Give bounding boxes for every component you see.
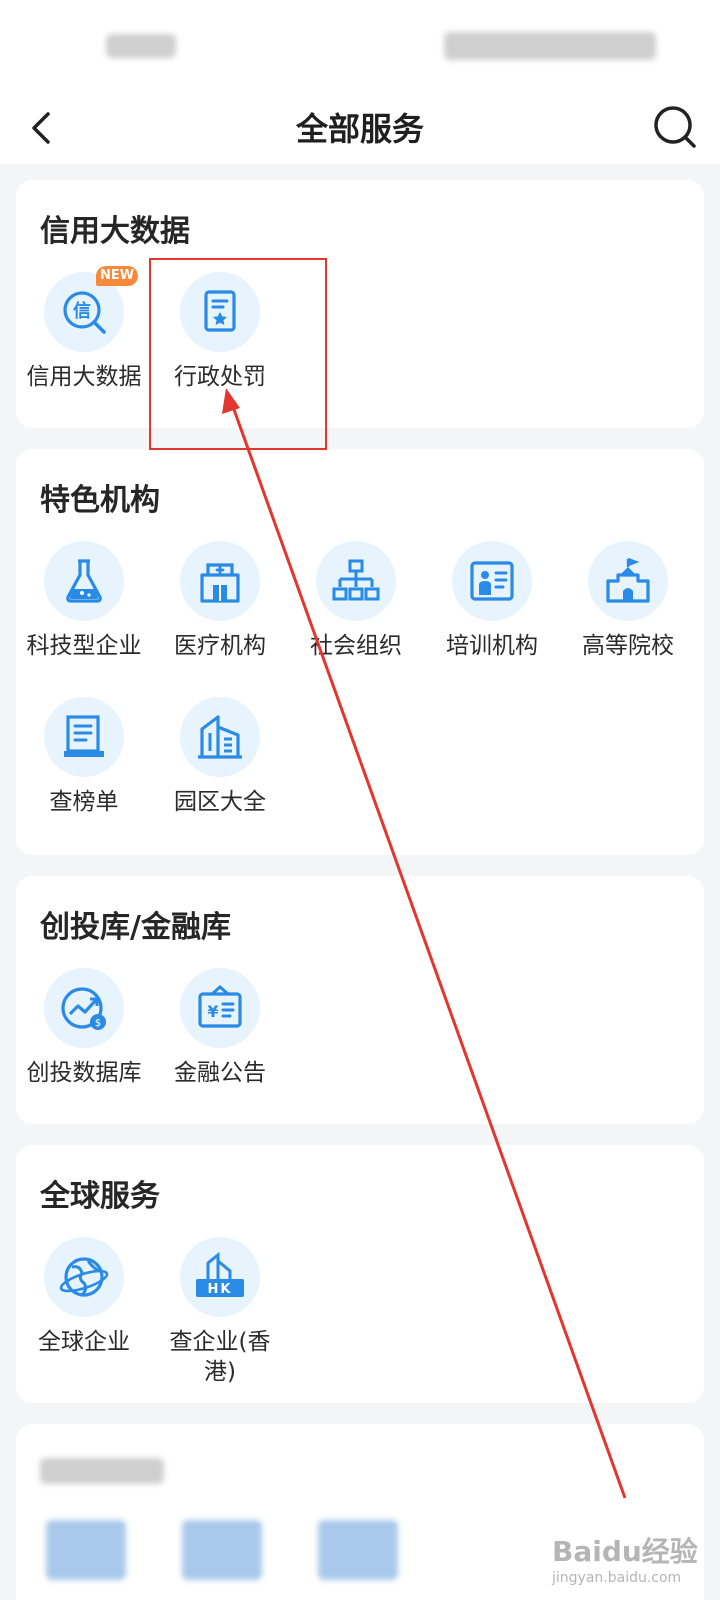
service-item-label: 创投数据库 (26, 1060, 142, 1086)
service-item-label: 查榜单 (49, 789, 119, 815)
service-item-rankings[interactable]: 查榜单 (16, 697, 152, 827)
watermark-brand: Baidu经验 (552, 1535, 698, 1568)
app-header: 全部服务 (0, 92, 720, 164)
service-item-label: 医疗机构 (174, 633, 266, 659)
service-item-training[interactable]: 培训机构 (424, 541, 560, 671)
search-icon[interactable] (652, 104, 698, 150)
baidu-watermark: Baidu经验 jingyan.baidu.com (552, 1530, 702, 1590)
status-icons-blur (444, 32, 656, 60)
service-item-label: 科技型企业 (26, 633, 142, 659)
university-icon (588, 541, 668, 621)
svg-text:¥: ¥ (207, 1002, 218, 1021)
hk-building-icon: HK (180, 1237, 260, 1317)
globe-icon (44, 1237, 124, 1317)
section-title: 特色机构 (40, 483, 160, 518)
section-title: 全球服务 (40, 1179, 160, 1214)
blurred-icon-3 (318, 1520, 398, 1580)
service-item-tech-enterprise[interactable]: 科技型企业 (16, 541, 152, 671)
service-item-label: 查企业(香 港) (144, 1327, 296, 1387)
service-item-medical[interactable]: 医疗机构 (152, 541, 288, 671)
section-credit-data: 信用大数据 信 NEW 信用大数据 行政处罚 (16, 180, 704, 428)
new-badge: NEW (96, 266, 138, 286)
service-item-social-org[interactable]: 社会组织 (288, 541, 424, 671)
service-item-finance-notice[interactable]: ¥ 金融公告 (152, 968, 288, 1098)
status-time-blur (106, 34, 176, 58)
service-item-label: 行政处罚 (174, 364, 266, 390)
svg-text:HK: HK (208, 1282, 233, 1297)
training-board-icon (452, 541, 532, 621)
service-item-label: 高等院校 (582, 633, 674, 659)
service-item-global-enterprise[interactable]: 全球企业 (16, 1237, 152, 1387)
service-item-label: 培训机构 (446, 633, 538, 659)
document-star-icon (180, 272, 260, 352)
book-list-icon (44, 697, 124, 777)
section-special-institutions: 特色机构 科技型企业 医疗机构 社会组织 培训机构 高等院校 查榜单 园区大全 (16, 449, 704, 855)
section-venture-finance: 创投库/金融库 $ 创投数据库 ¥ 金融公告 (16, 876, 704, 1124)
growth-chart-icon: $ (44, 968, 124, 1048)
svg-text:信: 信 (73, 300, 91, 322)
service-item-admin-penalty[interactable]: 行政处罚 (152, 272, 288, 402)
org-chart-icon (316, 541, 396, 621)
section-title: 信用大数据 (40, 214, 190, 249)
service-item-label: 金融公告 (174, 1060, 266, 1086)
section-title-blur (40, 1458, 164, 1484)
watermark-url: jingyan.baidu.com (552, 1570, 682, 1586)
service-item-label: 全球企业 (38, 1329, 130, 1355)
service-item-label: 社会组织 (310, 633, 402, 659)
flask-icon (44, 541, 124, 621)
status-bar (0, 0, 720, 92)
service-item-credit-data[interactable]: 信 NEW 信用大数据 (16, 266, 152, 402)
blurred-icon-1 (46, 1520, 126, 1580)
blurred-icon-2 (182, 1520, 262, 1580)
section-global-services: 全球服务 全球企业 HK 查企业(香 港) (16, 1145, 704, 1403)
service-item-label: 园区大全 (174, 789, 266, 815)
hospital-icon (180, 541, 260, 621)
section-title: 创投库/金融库 (40, 910, 231, 945)
label-line-1: 查企业(香 (169, 1329, 271, 1355)
service-item-label: 信用大数据 (26, 364, 142, 390)
service-item-venture-database[interactable]: $ 创投数据库 (16, 968, 152, 1098)
page-title: 全部服务 (295, 110, 424, 148)
svg-text:$: $ (95, 1018, 101, 1029)
finance-notice-icon: ¥ (180, 968, 260, 1048)
buildings-icon (180, 697, 260, 777)
service-item-parks[interactable]: 园区大全 (152, 697, 288, 827)
service-item-university[interactable]: 高等院校 (560, 541, 696, 671)
service-item-hk-enterprise[interactable]: HK 查企业(香 港) (152, 1237, 288, 1387)
label-line-2: 港) (204, 1359, 236, 1385)
